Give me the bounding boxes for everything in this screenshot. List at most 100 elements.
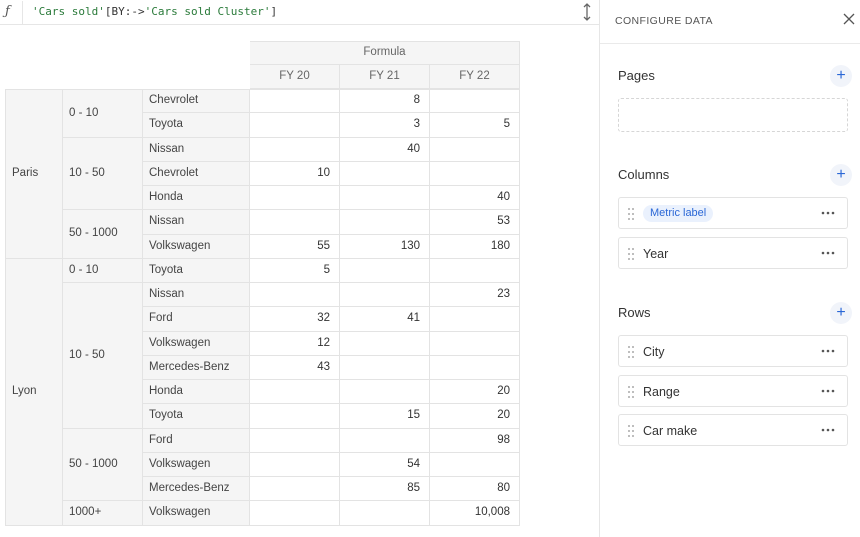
table-cell[interactable] [430,356,520,380]
drag-handle-icon[interactable] [627,247,635,261]
table-cell[interactable]: 8 [340,89,430,113]
table-cell[interactable]: 3 [340,113,430,138]
year-header: FY 22 [430,65,520,89]
row-header-range: 10 - 50 [63,138,143,210]
table-cell[interactable] [340,283,430,307]
table-cell[interactable]: 55 [250,235,340,259]
column-item-metric-label[interactable]: Metric label [618,197,848,229]
formula-input[interactable]: 'Cars sold'[BY:->'Cars sold Cluster'] [32,5,277,18]
more-options-icon[interactable] [821,248,835,258]
table-cell[interactable]: 85 [340,477,430,501]
table-cell[interactable] [250,429,340,453]
table-cell[interactable] [430,307,520,332]
formula-divider [22,1,23,24]
rows-section-title: Rows [618,305,651,320]
table-cell[interactable]: 54 [340,453,430,477]
table-cell[interactable]: 80 [430,477,520,501]
row-item-city[interactable]: City [618,335,848,367]
row-header-car-make: Nissan [143,138,250,162]
table-cell[interactable] [430,89,520,113]
column-group-header: Formula [250,41,520,65]
drag-handle-icon[interactable] [627,207,635,221]
table-cell[interactable]: 32 [250,307,340,332]
table-cell[interactable] [340,332,430,356]
row-item-range[interactable]: Range [618,375,848,407]
row-header-range: 50 - 1000 [63,429,143,501]
close-icon[interactable] [843,13,855,25]
table-cell[interactable]: 98 [430,429,520,453]
row-header-car-make: Chevrolet [143,89,250,113]
function-icon: ƒ [5,4,10,19]
table-cell[interactable] [250,186,340,210]
table-cell[interactable]: 5 [250,259,340,283]
table-cell[interactable]: 43 [250,356,340,380]
table-cell[interactable] [340,210,430,235]
formula-part: 'Cars sold' [32,5,105,18]
table-cell[interactable]: 10 [250,162,340,186]
table-cell[interactable] [340,259,430,283]
columns-section-title: Columns [618,167,670,182]
table-cell[interactable]: 15 [340,404,430,429]
drag-handle-icon[interactable] [627,385,635,399]
row-header-car-make: Volkswagen [143,453,250,477]
table-cell[interactable]: 130 [340,235,430,259]
table-cell[interactable] [250,453,340,477]
table-cell[interactable]: 23 [430,283,520,307]
table-cell[interactable] [250,501,340,526]
table-cell[interactable]: 20 [430,404,520,429]
table-cell[interactable] [340,162,430,186]
add-page-button[interactable]: + [830,65,852,87]
table-cell[interactable]: 40 [340,138,430,162]
year-header: FY 21 [340,65,430,89]
panel-title: CONFIGURE DATA [615,15,713,27]
table-cell[interactable] [250,113,340,138]
table-cell[interactable] [430,453,520,477]
table-cell[interactable] [340,186,430,210]
table-cell[interactable] [340,501,430,526]
drag-handle-icon[interactable] [627,424,635,438]
row-item-label: Car make [643,424,698,438]
table-cell[interactable] [340,429,430,453]
column-item-year[interactable]: Year [618,237,848,269]
table-cell[interactable] [430,162,520,186]
table-cell[interactable]: 40 [430,186,520,210]
formula-bar[interactable]: ƒ 'Cars sold'[BY:->'Cars sold Cluster'] [0,0,599,25]
add-column-button[interactable]: + [830,164,852,186]
add-row-button[interactable]: + [830,302,852,324]
row-header-city: Paris [5,89,63,259]
app-root: ƒ 'Cars sold'[BY:->'Cars sold Cluster'] … [0,0,860,537]
more-options-icon[interactable] [821,386,835,396]
pages-dropzone[interactable] [618,98,848,132]
table-cell[interactable]: 41 [340,307,430,332]
more-options-icon[interactable] [821,425,835,435]
row-header-car-make: Ford [143,307,250,332]
drag-handle-icon[interactable] [627,345,635,359]
row-item-car-make[interactable]: Car make [618,414,848,446]
more-options-icon[interactable] [821,346,835,356]
table-cell[interactable] [250,89,340,113]
table-cell[interactable]: 53 [430,210,520,235]
row-header-range: 0 - 10 [63,89,143,138]
table-cell[interactable] [340,380,430,404]
table-cell[interactable]: 20 [430,380,520,404]
row-header-car-make: Nissan [143,210,250,235]
table-cell[interactable] [430,259,520,283]
table-cell[interactable]: 10,008 [430,501,520,526]
table-cell[interactable] [250,380,340,404]
divider [600,43,860,44]
table-cell[interactable] [430,332,520,356]
table-cell[interactable] [250,477,340,501]
table-cell[interactable] [250,404,340,429]
year-header: FY 20 [250,65,340,89]
expand-vertical-icon[interactable] [581,3,593,21]
table-cell[interactable]: 5 [430,113,520,138]
more-options-icon[interactable] [821,208,835,218]
table-cell[interactable] [250,138,340,162]
table-cell[interactable] [430,138,520,162]
table-cell[interactable] [340,356,430,380]
table-cell[interactable] [250,210,340,235]
table-cell[interactable] [250,283,340,307]
table-cell[interactable]: 12 [250,332,340,356]
plus-icon: + [836,304,846,321]
table-cell[interactable]: 180 [430,235,520,259]
